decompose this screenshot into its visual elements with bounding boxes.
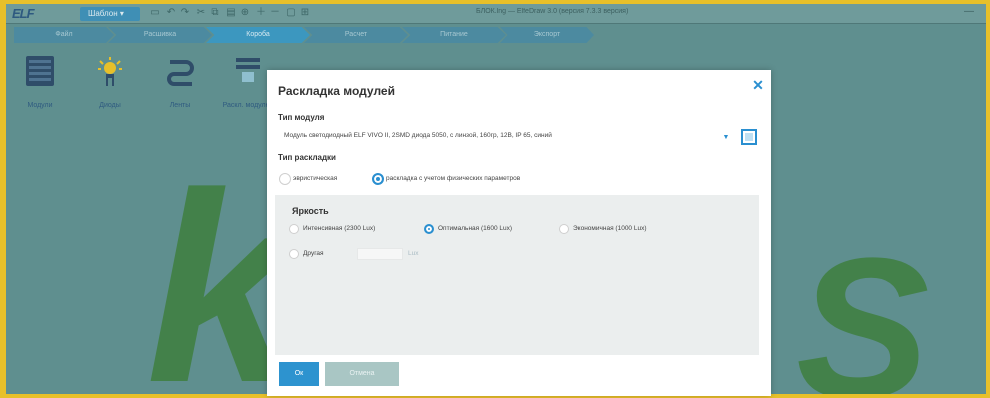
ribbon-diodes-button[interactable]: Диоды: [82, 52, 138, 122]
project-button[interactable]: Шаблон ▾: [80, 7, 140, 21]
ribbon-label: Диоды: [99, 102, 121, 109]
brightness-economy-radio[interactable]: Экономичная (1000 Lux): [559, 222, 689, 236]
chevron-down-icon[interactable]: ▼: [722, 134, 730, 142]
layout-physical-radio[interactable]: раскладка с учетом физических параметров: [372, 172, 602, 186]
ribbon-label: Модули: [27, 102, 53, 109]
ok-button[interactable]: Ок: [279, 362, 319, 386]
grid-icon[interactable]: ⊞: [300, 7, 310, 19]
brightness-other-radio[interactable]: Другая: [289, 247, 349, 261]
custom-brightness-input[interactable]: [357, 248, 403, 260]
tab-file[interactable]: Файл: [14, 27, 114, 43]
tape-icon: [166, 56, 194, 86]
radio-dot: [289, 224, 299, 234]
radio-dot: [424, 224, 434, 234]
ribbon-tape-button[interactable]: Ленты: [152, 52, 208, 122]
layout-icon: [234, 56, 262, 86]
layout-type-label: Тип раскладки: [278, 153, 336, 162]
minimize-button[interactable]: —: [962, 6, 976, 20]
modules-icon: [26, 56, 54, 86]
brightness-intensive-radio[interactable]: Интенсивная (2300 Lux): [289, 222, 414, 236]
radio-label: Интенсивная (2300 Lux): [303, 225, 376, 232]
cut-icon[interactable]: ✂: [196, 7, 206, 19]
module-type-select[interactable]: Модуль светодиодный ELF VIVO II, 2SMD ди…: [278, 128, 738, 144]
cancel-button[interactable]: Отмена: [325, 362, 399, 386]
step-tabs: Файл Расшивка Короба Расчет Питание Эксп…: [14, 27, 594, 43]
module-type-label: Тип модуля: [278, 113, 325, 122]
app-logo: ELF: [12, 6, 35, 21]
brightness-panel: [275, 195, 759, 355]
tab-layout[interactable]: Расшивка: [108, 27, 212, 43]
tab-export[interactable]: Экспорт: [500, 27, 594, 43]
radio-dot: [279, 173, 291, 185]
radio-label: Экономичная (1000 Lux): [573, 225, 647, 232]
radio-label: раскладка с учетом физических параметров: [386, 175, 521, 182]
brightness-label: Яркость: [292, 206, 329, 216]
layout-heuristic-radio[interactable]: эвристическая: [279, 172, 359, 186]
ribbon-modules-button[interactable]: Модули: [12, 52, 68, 122]
redo-icon[interactable]: ↷: [180, 7, 190, 19]
close-icon[interactable]: ✕: [751, 78, 765, 92]
fit-icon[interactable]: ▢: [286, 7, 296, 19]
radio-label: Другая: [303, 250, 324, 257]
module-layout-dialog: Раскладка модулей ✕ Тип модуля Модуль св…: [267, 70, 771, 396]
title-bar: ELF Шаблон ▾ ▭ ↶ ↷ ✂ ⧉ ▤ ⊕ ＋ － ▢ ⊞ БЛОК.…: [6, 4, 986, 24]
ribbon-label: Ленты: [169, 102, 191, 109]
window-title: БЛОК.lng — ElfeDraw 3.0 (версия 7.3.3 ве…: [476, 8, 629, 15]
watermark-letter-right: S: [796, 229, 930, 394]
tab-power[interactable]: Питание: [402, 27, 506, 43]
custom-brightness-unit: Lux: [408, 250, 419, 257]
radio-dot: [559, 224, 569, 234]
tab-boxes[interactable]: Короба: [206, 27, 310, 43]
save-icon[interactable]: ▭: [150, 7, 160, 19]
module-picker-button[interactable]: [741, 129, 757, 145]
zoom-in-icon[interactable]: ＋: [256, 7, 266, 19]
radio-label: Оптимальная (1600 Lux): [438, 225, 513, 232]
copy-icon[interactable]: ⧉: [210, 7, 220, 19]
brightness-optimal-radio[interactable]: Оптимальная (1600 Lux): [424, 222, 549, 236]
dialog-title: Раскладка модулей: [278, 84, 395, 98]
align-icon[interactable]: ⊕: [240, 7, 250, 19]
radio-dot: [289, 249, 299, 259]
diode-icon: [96, 56, 124, 86]
radio-label: эвристическая: [293, 175, 338, 182]
zoom-out-icon[interactable]: －: [270, 7, 280, 19]
undo-icon[interactable]: ↶: [166, 7, 176, 19]
tab-calculation[interactable]: Расчет: [304, 27, 408, 43]
radio-dot: [372, 173, 384, 185]
paste-icon[interactable]: ▤: [226, 7, 236, 19]
